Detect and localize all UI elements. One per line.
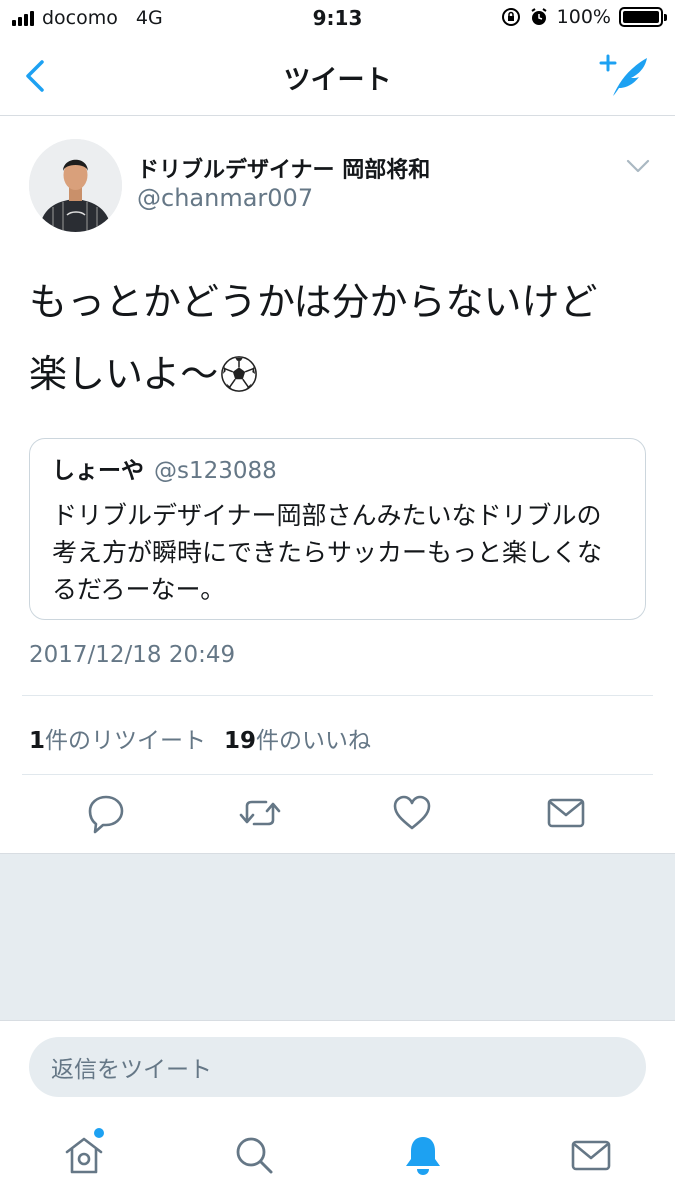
nav-header: ツイート: [0, 38, 675, 116]
tweet-text: もっとかどうかは分からないけど 楽しいよ〜: [29, 266, 649, 410]
quoted-tweet-header: しょーや @s123088: [52, 455, 623, 487]
retweet-count: 1: [29, 728, 46, 754]
quoted-tweet[interactable]: しょーや @s123088 ドリブルデザイナー岡部さんみたいなドリブルの考え方が瞬…: [29, 438, 646, 620]
messages-icon[interactable]: [569, 1133, 613, 1177]
tweet-actions: [0, 790, 675, 840]
divider: [22, 695, 653, 696]
tweet-timestamp: 2017/12/18 20:49: [29, 642, 236, 668]
battery-percent: 100%: [556, 6, 611, 28]
retweet-stat-label: 件のリツイート: [45, 728, 207, 754]
divider: [22, 774, 653, 775]
retweet-icon[interactable]: [238, 790, 282, 836]
reply-icon[interactable]: [86, 790, 126, 836]
status-bar: docomo 4G 9:13 100%: [0, 0, 675, 38]
reply-input[interactable]: 返信をツイート: [29, 1037, 646, 1097]
like-stat[interactable]: 19件のいいね: [224, 721, 371, 755]
home-icon[interactable]: [62, 1133, 106, 1177]
quoted-author-handle: @s123088: [154, 458, 277, 484]
search-icon[interactable]: [232, 1133, 276, 1177]
like-stat-label: 件のいいね: [256, 728, 372, 754]
alarm-icon: [531, 8, 547, 25]
retweet-stat[interactable]: 1件のリツイート: [29, 721, 206, 755]
author-avatar[interactable]: [29, 139, 122, 232]
tweet-text-line: 楽しいよ〜: [29, 338, 649, 410]
tweet-stats: 1件のリツイート 19件のいいね: [29, 721, 371, 755]
empty-replies-area: [0, 853, 675, 1021]
home-notification-dot: [94, 1128, 104, 1138]
quoted-author-name: しょーや: [52, 458, 144, 484]
author-name[interactable]: ドリブルデザイナー 岡部将和: [137, 152, 430, 184]
tweet-text-line: もっとかどうかは分からないけど: [29, 280, 598, 324]
status-right: 100%: [501, 6, 667, 28]
tweet-text-fragment: 楽しいよ〜: [29, 352, 219, 396]
notifications-icon[interactable]: [401, 1133, 445, 1177]
like-icon[interactable]: [392, 790, 432, 836]
soccer-ball-icon: [221, 356, 258, 392]
compose-tweet-icon[interactable]: [599, 52, 651, 98]
quoted-tweet-text: ドリブルデザイナー岡部さんみたいなドリブルの考え方が瞬時にできたらサッカーもっと…: [52, 501, 603, 604]
rotation-lock-icon: [501, 8, 520, 26]
share-icon[interactable]: [546, 790, 586, 836]
author-handle[interactable]: @chanmar007: [137, 184, 313, 212]
like-count: 19: [224, 728, 257, 754]
avatar-photo: [29, 139, 122, 232]
chevron-down-icon[interactable]: [625, 158, 651, 174]
page-title: ツイート: [283, 65, 392, 96]
battery-icon: [619, 7, 667, 27]
